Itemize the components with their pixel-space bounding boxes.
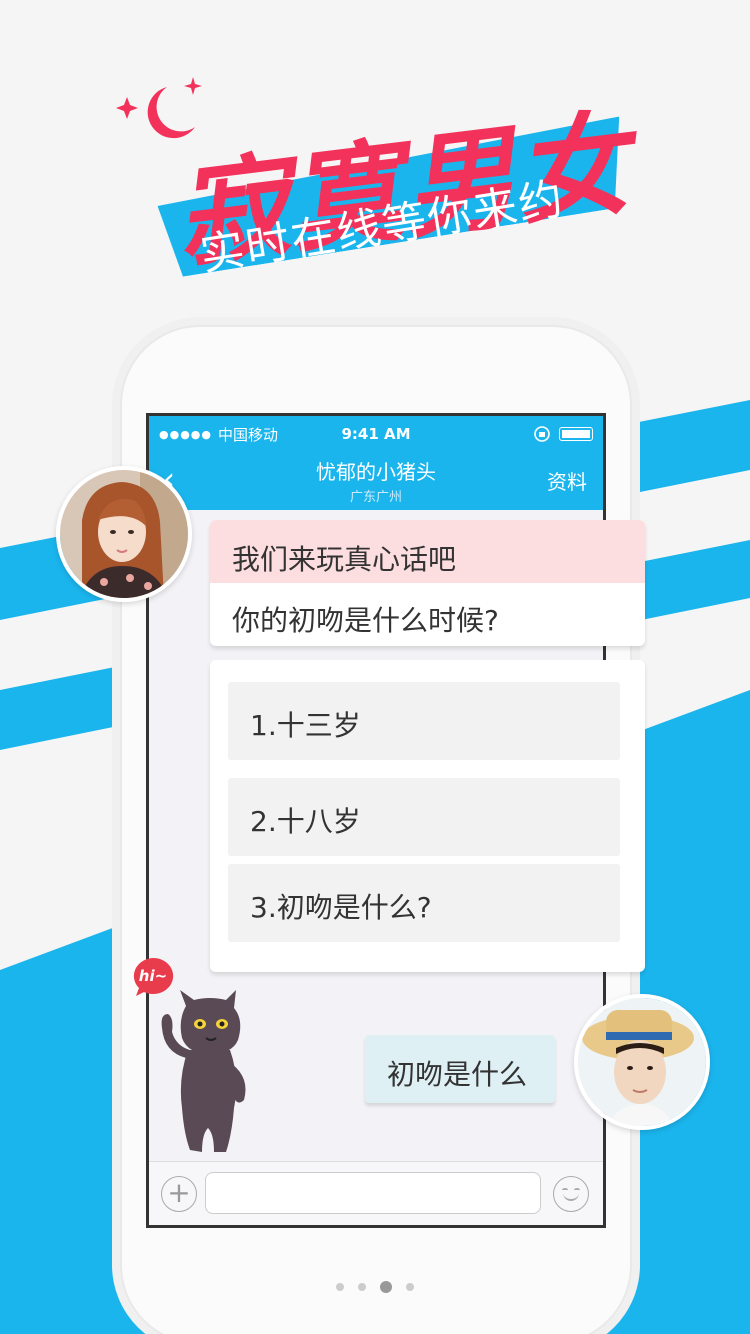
message-input[interactable] xyxy=(205,1172,541,1214)
question-text: 你的初吻是什么时候? xyxy=(232,604,499,637)
plus-icon[interactable]: + xyxy=(161,1176,197,1212)
status-time: 9:41 AM xyxy=(341,425,411,443)
boy-portrait-icon xyxy=(578,998,706,1126)
hi-text: hi~ xyxy=(139,967,167,985)
nav-bar: ‹ 忧郁的小猪头 广东广州 资料 xyxy=(149,452,603,510)
avatar-boy[interactable] xyxy=(574,994,710,1130)
question-header: 我们来玩真心话吧 xyxy=(210,520,645,583)
reply-bubble: 初吻是什么 xyxy=(365,1035,555,1103)
page-dot[interactable] xyxy=(380,1281,392,1293)
option-1[interactable]: 1.十三岁 xyxy=(228,682,620,760)
option-2[interactable]: 2.十八岁 xyxy=(228,778,620,856)
contact-location: 广东广州 xyxy=(349,490,402,505)
page-dot[interactable] xyxy=(358,1283,366,1291)
emoji-icon[interactable] xyxy=(553,1176,589,1212)
page-dot[interactable] xyxy=(336,1283,344,1291)
question-card: 我们来玩真心话吧 你的初吻是什么时候? xyxy=(210,520,645,646)
page-indicator xyxy=(0,1281,750,1293)
page-dot[interactable] xyxy=(406,1283,414,1291)
girl-portrait-icon xyxy=(60,470,188,598)
contact-name: 忧郁的小猪头 xyxy=(316,460,436,484)
hi-bubble: hi~ xyxy=(133,957,174,996)
options-card: 1.十三岁 2.十八岁 3.初吻是什么? xyxy=(210,660,645,972)
option-3[interactable]: 3.初吻是什么? xyxy=(228,864,620,942)
profile-button[interactable]: 资料 xyxy=(547,466,587,495)
avatar-girl[interactable] xyxy=(56,466,192,602)
input-bar: + xyxy=(149,1161,603,1225)
status-bar: ●●●●● 中国移动 9:41 AM xyxy=(149,416,603,452)
battery-icon xyxy=(559,427,593,441)
